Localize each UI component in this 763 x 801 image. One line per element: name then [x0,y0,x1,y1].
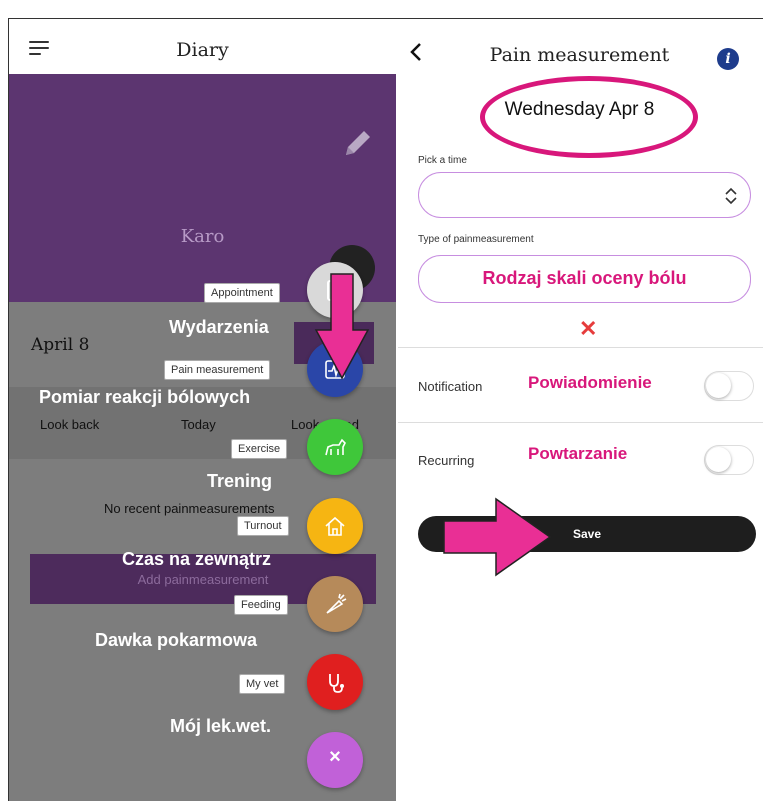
recurring-polish-annotation: Powtarzanie [528,444,628,463]
polish-label-turnout: Czas na zewnątrz [122,549,272,569]
clear-icon[interactable]: ✕ [579,316,597,342]
polish-label-feeding: Dawka pokarmowa [95,630,258,650]
diary-topbar: Diary [9,19,396,74]
time-label: Pick a time [418,155,467,166]
type-polish-annotation: Rodzaj skali oceny bólu [482,268,687,288]
toggle-knob [706,447,731,472]
empty-state-text: No recent painmeasurements [104,501,275,516]
horse-icon [325,438,346,456]
time-picker-field[interactable] [418,172,751,218]
page-title: Pain measurement [489,44,670,66]
polish-label-appointment: Wydarzenia [169,317,269,337]
chip-pain-measurement[interactable]: Pain measurement [164,360,271,380]
feeding-fab[interactable] [307,576,363,632]
close-icon: × [329,746,341,768]
divider [398,422,763,423]
chevron-updown-icon [725,187,737,205]
horse-name: Karo [180,226,225,247]
chip-turnout[interactable]: Turnout [237,516,289,536]
page-title: Diary [176,39,229,61]
notification-label: Notification [418,379,483,394]
divider [398,347,763,348]
recurring-label: Recurring [418,453,475,468]
turnout-fab[interactable] [307,498,363,554]
pain-measurement-screen: Pain measurement i Wednesday Apr 8 Pick … [396,19,763,801]
chip-feeding[interactable]: Feeding [234,595,288,615]
annotation-right-arrow [443,497,552,577]
annotation-down-arrow [314,273,370,380]
home-icon [325,516,345,536]
polish-label-pain: Pomiar reakcji bólowych [39,387,251,407]
notification-polish-annotation: Powiadomienie [528,373,652,392]
recurring-toggle[interactable] [704,445,754,475]
chip-exercise[interactable]: Exercise [231,439,288,459]
tab-today[interactable]: Today [181,417,216,432]
my-vet-fab[interactable] [307,654,363,710]
tab-look-back[interactable]: Look back [40,417,99,432]
annotation-ellipse [480,76,698,158]
type-label: Type of painmeasurement [418,234,534,245]
diary-screen: Diary Karo April 8 Look back Today Look … [9,19,396,801]
chip-my-vet[interactable]: My vet [239,674,286,694]
carrot-icon [326,593,347,614]
type-select-field[interactable]: Rodzaj skali oceny bólu [418,255,751,303]
chip-appointment[interactable]: Appointment [204,283,280,303]
current-date: April 8 [31,335,90,355]
stethoscope-icon [329,674,344,693]
notification-toggle[interactable] [704,371,754,401]
edit-icon[interactable] [340,127,374,161]
toggle-knob [706,373,731,398]
close-fab[interactable]: × [307,732,363,788]
polish-label-vet: Mój lek.wet. [170,716,272,736]
polish-label-exercise: Trening [207,471,273,491]
exercise-fab[interactable] [307,419,363,475]
info-icon[interactable]: i [717,48,739,70]
